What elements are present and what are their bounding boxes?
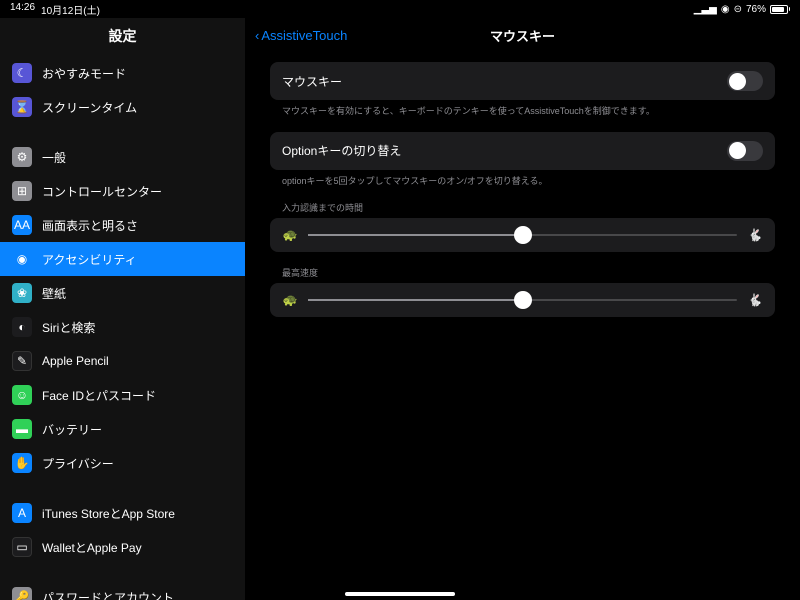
sidebar-item-label: バッテリー <box>42 421 102 438</box>
sidebar-item-label: パスワードとアカウント <box>42 589 174 600</box>
access-icon: ◉ <box>12 249 32 269</box>
hourglass-icon: ⌛ <box>12 97 32 117</box>
back-label: AssistiveTouch <box>261 28 347 43</box>
wall-icon: ❀ <box>12 283 32 303</box>
sidebar-item-label: WalletとApple Pay <box>42 539 142 556</box>
sidebar-title: 設定 <box>0 18 245 56</box>
tortoise-slow-icon: 🐢 <box>282 293 298 307</box>
sidebar-item-display[interactable]: AA 画面表示と明るさ <box>0 208 245 242</box>
gear-icon: ⚙ <box>12 147 32 167</box>
sidebar-item-faceid[interactable]: ☺ Face IDとパスコード <box>0 378 245 412</box>
sidebar-item-pencil[interactable]: ✎ Apple Pencil <box>0 344 245 378</box>
sidebar-item-label: おやすみモード <box>42 65 126 82</box>
mouse-keys-label: マウスキー <box>282 73 342 90</box>
option-key-toggle[interactable] <box>727 141 763 161</box>
sidebar-item-privacy[interactable]: ✋ プライバシー <box>0 446 245 480</box>
signal-icon: ▁▃▅ <box>694 4 717 15</box>
sidebar-item-label: iTunes StoreとApp Store <box>42 505 175 522</box>
moon-icon: ☾ <box>12 63 32 83</box>
tortoise-slow-icon: 🐢 <box>282 228 298 242</box>
display-icon: AA <box>12 215 32 235</box>
sidebar-item-label: アクセシビリティ <box>42 251 137 268</box>
sidebar-item-label: 壁紙 <box>42 285 66 302</box>
mouse-keys-toggle-row: マウスキー <box>270 62 775 100</box>
status-time: 14:26 <box>10 2 35 17</box>
wallet-icon: ▭ <box>12 537 32 557</box>
speed-slider-row: 🐢 🐇 <box>270 283 775 317</box>
speed-slider-thumb[interactable] <box>514 291 532 309</box>
delay-slider-row: 🐢 🐇 <box>270 218 775 252</box>
status-date: 10月12日(土) <box>41 2 100 17</box>
sidebar-item-label: 画面表示と明るさ <box>42 217 138 234</box>
option-key-label: Optionキーの切り替え <box>282 142 401 159</box>
delay-slider[interactable] <box>308 234 737 236</box>
mouse-keys-toggle[interactable] <box>727 71 763 91</box>
back-button[interactable]: ‹ AssistiveTouch <box>255 28 347 43</box>
rabbit-fast-icon: 🐇 <box>747 293 763 307</box>
mouse-keys-desc: マウスキーを有効にすると、キーボードのテンキーを使ってAssistiveTouc… <box>270 100 775 118</box>
page-title: マウスキー <box>490 26 555 45</box>
battery-icon <box>770 5 790 14</box>
passwords-icon: 🔑 <box>12 587 32 600</box>
detail-header: ‹ AssistiveTouch マウスキー <box>245 18 800 52</box>
sidebar-item-passwords[interactable]: 🔑 パスワードとアカウント <box>0 580 245 600</box>
sidebar-item-label: 一般 <box>42 149 66 166</box>
sidebar-item-siri[interactable]: ◐ Siriと検索 <box>0 310 245 344</box>
wifi-icon: ◉ <box>721 4 730 15</box>
sidebar-item-label: Apple Pencil <box>42 354 109 368</box>
settings-sidebar: 設定 ☾ おやすみモード ⌛ スクリーンタイム ⚙ 一般 ⊞ コントロールセンター AA 画面表示… <box>0 18 245 600</box>
detail-panel: ‹ AssistiveTouch マウスキー マウスキー マウスキーを有効にする… <box>245 18 800 600</box>
sidebar-item-label: スクリーンタイム <box>42 99 137 116</box>
itunes-icon: A <box>12 503 32 523</box>
rabbit-fast-icon: 🐇 <box>747 228 763 242</box>
sidebar-item-itunes[interactable]: AiTunes StoreとApp Store <box>0 496 245 530</box>
chevron-left-icon: ‹ <box>255 28 259 43</box>
sidebar-item-label: Siriと検索 <box>42 319 95 336</box>
status-bar: 14:26 10月12日(土) ▁▃▅ ◉ ⊝ 76% <box>0 0 800 18</box>
sidebar-item-gear[interactable]: ⚙ 一般 <box>0 140 245 174</box>
option-key-toggle-row: Optionキーの切り替え <box>270 132 775 170</box>
speed-label: 最高速度 <box>270 266 775 283</box>
delay-slider-thumb[interactable] <box>514 226 532 244</box>
sidebar-item-wallet[interactable]: ▭ WalletとApple Pay <box>0 530 245 564</box>
sidebar-item-hourglass[interactable]: ⌛ スクリーンタイム <box>0 90 245 124</box>
privacy-icon: ✋ <box>12 453 32 473</box>
pencil-icon: ✎ <box>12 351 32 371</box>
battery-icon: ▬ <box>12 419 32 439</box>
sidebar-item-access[interactable]: ◉ アクセシビリティ <box>0 242 245 276</box>
sidebar-item-label: プライバシー <box>42 455 114 472</box>
home-indicator[interactable] <box>345 592 455 596</box>
option-key-desc: optionキーを5回タップしてマウスキーのオン/オフを切り替える。 <box>270 170 775 188</box>
sidebar-item-moon[interactable]: ☾ おやすみモード <box>0 56 245 90</box>
sidebar-item-wall[interactable]: ❀ 壁紙 <box>0 276 245 310</box>
control-icon: ⊞ <box>12 181 32 201</box>
faceid-icon: ☺ <box>12 385 32 405</box>
rotation-lock-icon: ⊝ <box>734 4 742 15</box>
sidebar-item-label: コントロールセンター <box>42 183 162 200</box>
siri-icon: ◐ <box>12 317 32 337</box>
battery-pct: 76% <box>746 4 766 15</box>
sidebar-item-label: Face IDとパスコード <box>42 387 156 404</box>
speed-slider[interactable] <box>308 299 737 301</box>
delay-label: 入力認識までの時間 <box>270 201 775 218</box>
sidebar-item-control[interactable]: ⊞ コントロールセンター <box>0 174 245 208</box>
sidebar-item-battery[interactable]: ▬ バッテリー <box>0 412 245 446</box>
